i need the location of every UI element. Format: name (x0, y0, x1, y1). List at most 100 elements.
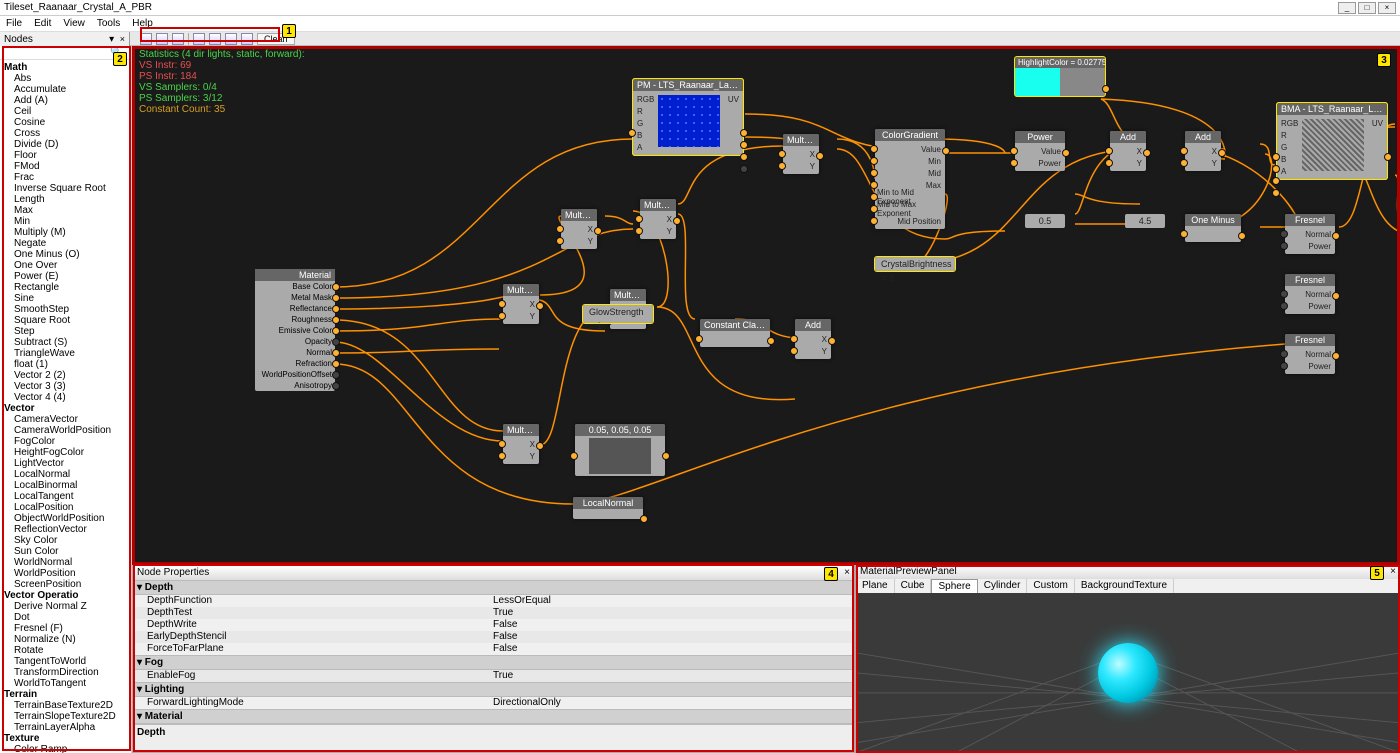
node-multiply4[interactable]: MultiplyXY (640, 199, 676, 239)
node-item[interactable]: Min (4, 216, 131, 227)
node-const-45[interactable]: 4.5 (1125, 214, 1165, 228)
node-item[interactable]: ScreenPosition (4, 579, 131, 590)
node-item[interactable]: Vector 4 (4) (4, 392, 131, 403)
node-item[interactable]: Subtract (S) (4, 337, 131, 348)
node-item[interactable]: Normalize (N) (4, 634, 131, 645)
material-input[interactable]: WorldPositionOffset (255, 369, 335, 380)
node-localnormal[interactable]: LocalNormal (573, 497, 643, 519)
prop-row[interactable]: DepthTestTrue (133, 607, 854, 619)
open-icon[interactable] (156, 33, 168, 45)
node-item[interactable]: LocalPosition (4, 502, 131, 513)
node-item[interactable]: FMod (4, 161, 131, 172)
node-item[interactable]: Frac (4, 172, 131, 183)
node-glowstrength[interactable]: GlowStrength = 1 (583, 305, 653, 323)
preview-viewport[interactable] (856, 593, 1400, 753)
property-grid[interactable]: ▾ DepthDepthFunctionLessOrEqualDepthTest… (133, 580, 854, 724)
node-item[interactable]: Sun Color (4, 546, 131, 557)
node-item[interactable]: TerrainLayerAlpha (4, 722, 131, 733)
material-node[interactable]: Material Base ColorMetal MaskReflectance… (255, 269, 335, 391)
node-item[interactable]: Negate (4, 238, 131, 249)
node-item[interactable]: Divide (D) (4, 139, 131, 150)
prop-row[interactable]: ForceToFarPlaneFalse (133, 643, 854, 655)
node-item[interactable]: LocalNormal (4, 469, 131, 480)
close-button[interactable]: × (1378, 2, 1396, 14)
node-category[interactable]: Vector (4, 403, 131, 414)
node-item[interactable]: LightVector (4, 458, 131, 469)
node-item[interactable]: Vector 3 (3) (4, 381, 131, 392)
node-fresnel2[interactable]: FresnelNormalPower (1285, 274, 1335, 314)
panel-close-icon[interactable]: × (1390, 566, 1396, 578)
node-item[interactable]: LocalBinormal (4, 480, 131, 491)
node-item[interactable]: Ceil (4, 106, 131, 117)
node-item[interactable]: Cosine (4, 117, 131, 128)
node-add2[interactable]: AddXY (1110, 131, 1146, 171)
node-fresnel3[interactable]: FresnelNormalPower (1285, 334, 1335, 374)
node-item[interactable]: One Over (4, 260, 131, 271)
maximize-button[interactable]: □ (1358, 2, 1376, 14)
preview-tab-backgroundtexture[interactable]: BackgroundTexture (1075, 579, 1174, 593)
node-power[interactable]: PowerValuePower (1015, 131, 1065, 171)
save-icon[interactable] (172, 33, 184, 45)
node-item[interactable]: HeightFogColor (4, 447, 131, 458)
node-item[interactable]: WorldToTangent (4, 678, 131, 689)
node-item[interactable]: WorldPosition (4, 568, 131, 579)
menu-tools[interactable]: Tools (97, 18, 120, 29)
node-item[interactable]: Accumulate (4, 84, 131, 95)
node-item[interactable]: Abs (4, 73, 131, 84)
node-item[interactable]: TerrainBaseTexture2D (4, 700, 131, 711)
node-item[interactable]: Power (E) (4, 271, 131, 282)
prop-row[interactable]: ForwardLightingModeDirectionalOnly (133, 697, 854, 709)
preview-tab-sphere[interactable]: Sphere (931, 579, 977, 593)
node-const-05[interactable]: 0.5 (1025, 214, 1065, 228)
material-input[interactable]: Anisotropy (255, 380, 335, 391)
node-item[interactable]: Floor (4, 150, 131, 161)
node-crystalbrightness[interactable]: CrystalBrightness = 3 (875, 257, 955, 271)
menu-file[interactable]: File (6, 18, 22, 29)
node-pm-texture[interactable]: PM - LTS_Raanaar_Lamp_Crys... RGB R G B … (633, 79, 743, 155)
node-item[interactable]: Fresnel (F) (4, 623, 131, 634)
material-input[interactable]: Normal (255, 347, 335, 358)
node-item[interactable]: Step (4, 326, 131, 337)
prop-group[interactable]: ▾ Material (133, 709, 854, 724)
node-item[interactable]: SmoothStep (4, 304, 131, 315)
node-item[interactable]: Derive Normal Z (4, 601, 131, 612)
node-item[interactable]: ReflectionVector (4, 524, 131, 535)
node-oneminus[interactable]: One Minus (1185, 214, 1241, 242)
node-multiply1[interactable]: MultiplyXY (503, 284, 539, 324)
node-multiply3[interactable]: MultiplyXY (561, 209, 597, 249)
material-input[interactable]: Emissive Color (255, 325, 335, 336)
minimize-button[interactable]: _ (1338, 2, 1356, 14)
node-item[interactable]: Cross (4, 128, 131, 139)
node-category[interactable]: Vector Operatio (4, 590, 131, 601)
prop-group[interactable]: ▾ Lighting (133, 682, 854, 697)
node-item[interactable]: Length (4, 194, 131, 205)
node-item[interactable]: Inverse Square Root (4, 183, 131, 194)
node-item[interactable]: float (1) (4, 359, 131, 370)
node-category[interactable]: Texture (4, 733, 131, 744)
node-item[interactable]: Sine (4, 293, 131, 304)
node-item[interactable]: Add (A) (4, 95, 131, 106)
prop-row[interactable]: DepthWriteFalse (133, 619, 854, 631)
panel-close-icon[interactable]: × (844, 567, 850, 579)
copy-icon[interactable] (209, 33, 221, 45)
help-icon[interactable] (241, 33, 253, 45)
node-fresnel1[interactable]: FresnelNormalPower (1285, 214, 1335, 254)
preview-tab-custom[interactable]: Custom (1027, 579, 1074, 593)
nodes-panel-tab[interactable]: Nodes ▾ × (0, 32, 130, 46)
node-list[interactable]: MathAbsAccumulateAdd (A)CeilCosineCrossD… (0, 60, 131, 753)
cut-icon[interactable] (193, 33, 205, 45)
node-item[interactable]: ObjectWorldPosition (4, 513, 131, 524)
prop-row[interactable]: DepthFunctionLessOrEqual (133, 595, 854, 607)
prop-group[interactable]: ▾ Fog (133, 655, 854, 670)
preview-tab-cylinder[interactable]: Cylinder (978, 579, 1028, 593)
node-multiply5[interactable]: MultiplyXY (783, 134, 819, 174)
node-item[interactable]: TangentToWorld (4, 656, 131, 667)
node-item[interactable]: Vector 2 (2) (4, 370, 131, 381)
node-add3[interactable]: AddXY (1185, 131, 1221, 171)
node-item[interactable]: Rectangle (4, 282, 131, 293)
menu-view[interactable]: View (63, 18, 85, 29)
node-constclamp[interactable]: Constant Clamp (700, 319, 770, 347)
node-item[interactable]: TriangleWave (4, 348, 131, 359)
node-bma-texture[interactable]: BMA - LTS_Raanaar_Lamp_Cry... RGB R G B … (1277, 103, 1387, 179)
node-category[interactable]: Terrain (4, 689, 131, 700)
